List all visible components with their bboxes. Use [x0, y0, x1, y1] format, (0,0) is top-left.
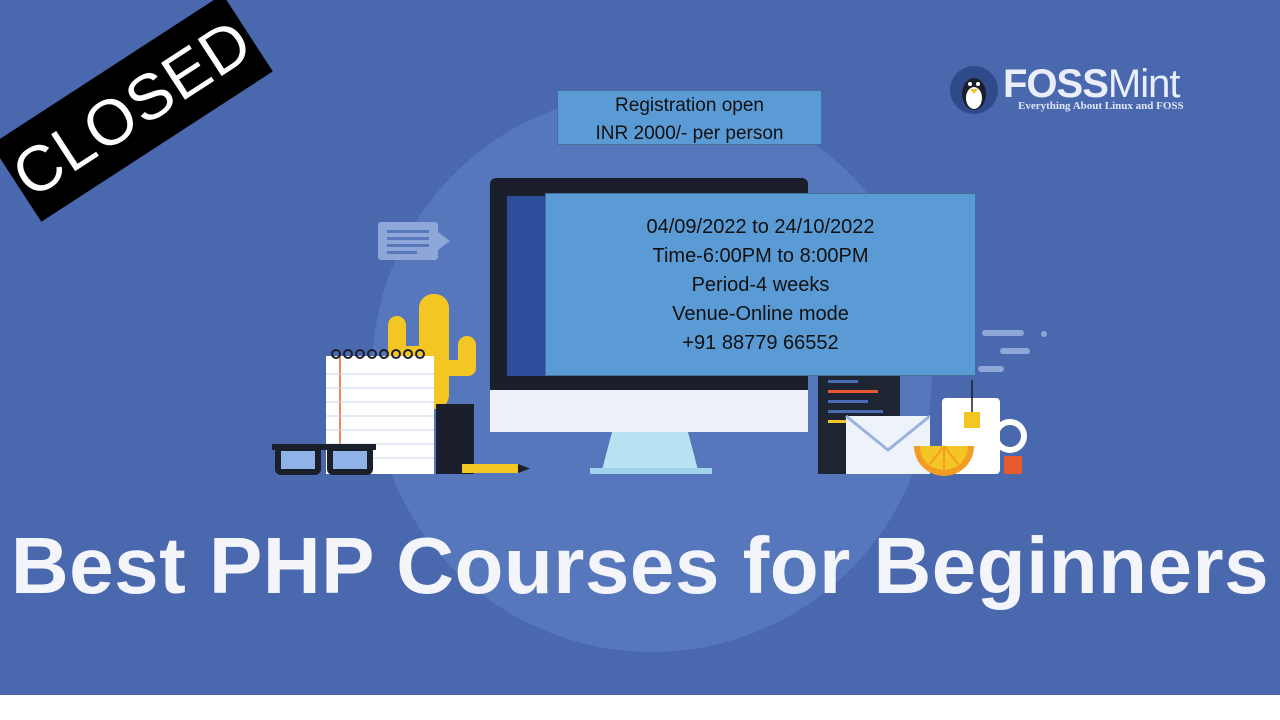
- chat-bubble-icon: [378, 222, 450, 260]
- registration-box: Registration open INR 2000/- per person: [557, 90, 822, 145]
- pencil-illustration: [462, 464, 530, 473]
- logo-tagline: Everything About Linux and FOSS: [1018, 100, 1184, 112]
- banner: FOSSMint Everything About Linux and FOSS…: [0, 0, 1280, 695]
- course-venue: Venue-Online mode: [672, 303, 849, 325]
- course-dates: 04/09/2022 to 24/10/2022: [646, 216, 875, 238]
- logo-name: FOSSMint: [1003, 64, 1180, 104]
- headline: Best PHP Courses for Beginners: [10, 521, 1270, 610]
- course-time: Time-6:00PM to 8:00PM: [652, 245, 869, 267]
- course-period: Period-4 weeks: [691, 274, 830, 296]
- registration-status: Registration open: [615, 95, 764, 116]
- course-details-box: 04/09/2022 to 24/10/2022 Time-6:00PM to …: [545, 193, 976, 376]
- decoration-lines: [978, 330, 1047, 372]
- bottom-strip: [0, 695, 1280, 720]
- fossmint-logo: FOSSMint Everything About Linux and FOSS: [950, 64, 1210, 120]
- contact-phone: +91 88779 66552: [682, 332, 839, 354]
- envelope-illustration: [845, 414, 931, 474]
- registration-fee: INR 2000/- per person: [595, 123, 784, 144]
- glasses-illustration: [272, 444, 376, 475]
